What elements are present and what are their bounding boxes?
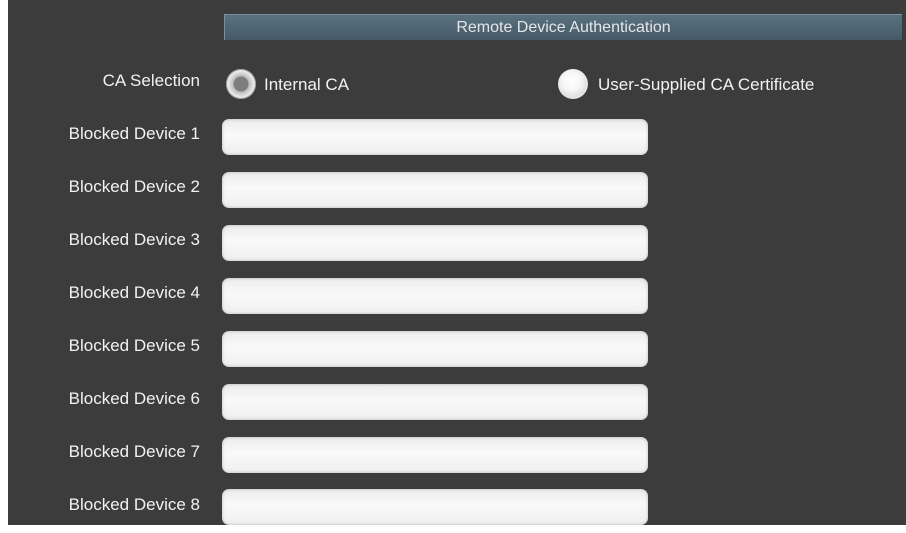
user-supplied-ca-label[interactable]: User-Supplied CA Certificate (598, 74, 814, 96)
user-supplied-ca-radio[interactable] (558, 69, 588, 99)
blocked-device-8-label: Blocked Device 8 (68, 495, 200, 514)
blocked-device-7-label: Blocked Device 7 (68, 442, 200, 461)
blocked-device-5-label: Blocked Device 5 (68, 336, 200, 355)
blocked-device-2-label: Blocked Device 2 (68, 177, 200, 196)
section-header: Remote Device Authentication (224, 14, 902, 40)
blocked-device-6-label: Blocked Device 6 (68, 389, 200, 408)
blocked-device-2-input[interactable] (222, 172, 648, 208)
blocked-device-1-input[interactable] (222, 119, 648, 155)
internal-ca-label[interactable]: Internal CA (264, 74, 349, 96)
ca-selection-label: CA Selection (102, 71, 200, 90)
blocked-device-3-label: Blocked Device 3 (68, 230, 200, 249)
blocked-device-4-label: Blocked Device 4 (68, 283, 200, 302)
blocked-device-8-input[interactable] (222, 489, 648, 525)
blocked-device-1-label: Blocked Device 1 (68, 124, 200, 143)
remote-device-authentication-panel: Remote Device Authentication CA Selectio… (8, 0, 906, 525)
internal-ca-radio[interactable] (226, 69, 256, 99)
blocked-device-7-input[interactable] (222, 437, 648, 473)
blocked-device-3-input[interactable] (222, 225, 648, 261)
blocked-device-5-input[interactable] (222, 331, 648, 367)
blocked-device-4-input[interactable] (222, 278, 648, 314)
blocked-device-6-input[interactable] (222, 384, 648, 420)
